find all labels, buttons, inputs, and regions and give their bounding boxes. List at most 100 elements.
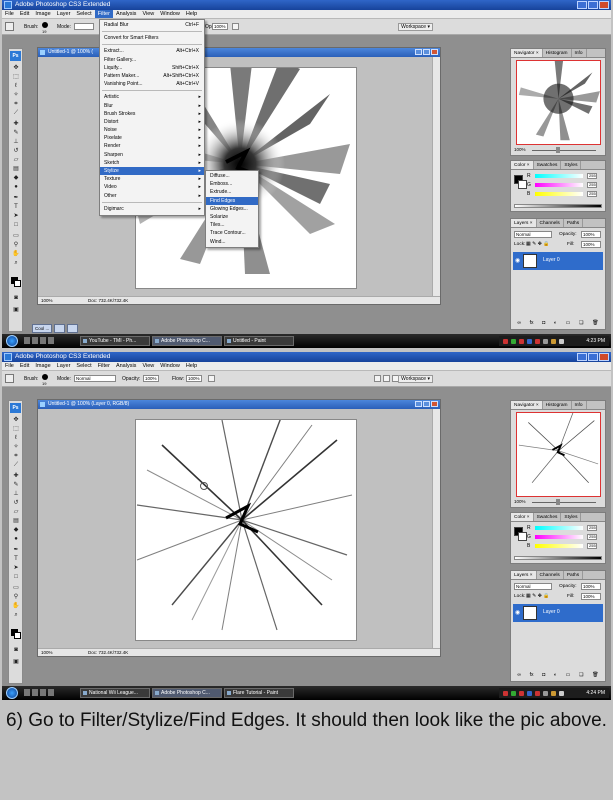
flow-field[interactable]: 100% bbox=[186, 375, 202, 382]
type-tool-icon[interactable]: T bbox=[11, 204, 21, 211]
menu-item-radial-blur[interactable]: Radial Blur Ctrl+F bbox=[100, 21, 204, 29]
tab-paths[interactable]: Paths bbox=[564, 219, 584, 227]
menu-window[interactable]: Window bbox=[157, 362, 183, 370]
navigator-thumbnail[interactable] bbox=[516, 410, 601, 497]
tab-layers[interactable]: Layers × bbox=[511, 219, 537, 227]
red-value[interactable]: 255 bbox=[587, 525, 597, 531]
menu-item-video[interactable]: Video ▸ bbox=[100, 183, 204, 191]
fx-icon[interactable]: fx bbox=[530, 672, 534, 679]
blend-mode-select[interactable]: Normal bbox=[514, 231, 552, 238]
eyedropper-tool-icon[interactable]: ⚲ bbox=[11, 242, 21, 249]
minimize-button[interactable] bbox=[577, 353, 587, 361]
start-button[interactable] bbox=[6, 335, 18, 347]
volume-icon[interactable] bbox=[559, 339, 564, 344]
tab-swatches[interactable]: Swatches bbox=[534, 161, 562, 169]
menu-item-pixelate[interactable]: Pixelate ▸ bbox=[100, 134, 204, 142]
tab-navigator[interactable]: Navigator × bbox=[511, 401, 543, 409]
layer-fill-field[interactable]: 100% bbox=[581, 593, 601, 600]
menu-view[interactable]: View bbox=[139, 10, 157, 18]
path-selection-tool-icon[interactable]: ➤ bbox=[11, 565, 21, 572]
menu-item-noise[interactable]: Noise ▸ bbox=[100, 126, 204, 134]
history-brush-tool-icon[interactable]: ↺ bbox=[11, 148, 21, 155]
doc-close-button[interactable] bbox=[431, 49, 438, 55]
eyedropper-tool-icon[interactable]: ⚲ bbox=[11, 594, 21, 601]
tray-icon[interactable] bbox=[503, 691, 508, 696]
quicklaunch-icon[interactable] bbox=[24, 689, 30, 696]
taskbar-button-browser[interactable]: National Wii League... bbox=[80, 688, 150, 698]
brush-preset-picker[interactable] bbox=[42, 374, 48, 380]
menu-item-extract[interactable]: Extract... Alt+Ctrl+X bbox=[100, 47, 204, 55]
doc-minimize-button[interactable] bbox=[415, 49, 422, 55]
fx-icon[interactable]: fx bbox=[530, 320, 534, 327]
maximize-button[interactable] bbox=[588, 1, 598, 9]
new-layer-icon[interactable]: ❏ bbox=[579, 320, 583, 327]
healing-tool-icon[interactable]: ✚ bbox=[11, 473, 21, 480]
background-swatch[interactable] bbox=[518, 532, 527, 541]
image-canvas[interactable] bbox=[135, 414, 357, 641]
quicklaunch-icon[interactable] bbox=[24, 337, 30, 344]
menu-item-sketch[interactable]: Sketch ▸ bbox=[100, 159, 204, 167]
slice-tool-icon[interactable]: ⟋ bbox=[11, 462, 21, 469]
gradient-tool-icon[interactable]: ▤ bbox=[11, 166, 21, 173]
menu-layer[interactable]: Layer bbox=[54, 362, 74, 370]
start-button[interactable] bbox=[6, 687, 18, 699]
tray-icon[interactable] bbox=[551, 691, 556, 696]
menu-image[interactable]: Image bbox=[32, 362, 53, 370]
doc-maximize-button[interactable] bbox=[423, 49, 430, 55]
menu-item-extrude[interactable]: Extrude... bbox=[206, 188, 258, 196]
airbrush-toggle[interactable] bbox=[208, 375, 215, 382]
opacity-field[interactable]: 100% bbox=[212, 23, 228, 30]
tab-color[interactable]: Color × bbox=[511, 161, 534, 169]
maximize-button[interactable] bbox=[588, 353, 598, 361]
quicklaunch-icon[interactable] bbox=[48, 689, 54, 696]
lock-icons[interactable]: ▦ ✎ ✥ 🔒 bbox=[526, 593, 550, 599]
crop-tool-icon[interactable]: ⌗ bbox=[11, 101, 21, 108]
quicklaunch-icon[interactable] bbox=[48, 337, 54, 344]
green-value[interactable]: 255 bbox=[587, 182, 597, 188]
menu-filter[interactable]: Filter bbox=[94, 10, 113, 18]
tab-info[interactable]: Info bbox=[572, 49, 587, 57]
tab-swatches[interactable]: Swatches bbox=[534, 513, 562, 521]
slice-tool-icon[interactable]: ⟋ bbox=[11, 110, 21, 117]
lasso-tool-icon[interactable]: ℓ bbox=[11, 83, 21, 90]
pen-tool-icon[interactable]: ✒ bbox=[11, 547, 21, 554]
dodge-tool-icon[interactable]: ● bbox=[11, 184, 21, 191]
new-layer-icon[interactable]: ❏ bbox=[579, 672, 583, 679]
mask-icon[interactable]: ◘ bbox=[542, 672, 545, 679]
menu-item-filter-gallery[interactable]: Filter Gallery... bbox=[100, 56, 204, 64]
zoom-level[interactable]: 100% bbox=[41, 297, 53, 304]
zoom-level[interactable]: 100% bbox=[41, 649, 53, 656]
blur-tool-icon[interactable]: ◆ bbox=[11, 527, 21, 534]
zoom-slider-track[interactable] bbox=[532, 150, 596, 151]
marquee-tool-icon[interactable]: ⬚ bbox=[11, 74, 21, 81]
menu-window[interactable]: Window bbox=[157, 10, 183, 18]
menu-item-diffuse[interactable]: Diffuse... bbox=[206, 172, 258, 180]
tab-styles[interactable]: Styles bbox=[561, 161, 582, 169]
zoom-tool-icon[interactable]: ⌕ bbox=[11, 612, 21, 619]
panel-toggle[interactable] bbox=[374, 375, 381, 382]
eye-icon[interactable]: ◉ bbox=[515, 257, 520, 264]
vertical-scrollbar[interactable] bbox=[432, 409, 440, 648]
type-tool-icon[interactable]: T bbox=[11, 556, 21, 563]
clock[interactable]: 4:23 PM bbox=[586, 336, 605, 346]
menu-item-artistic[interactable]: Artistic ▸ bbox=[100, 93, 204, 101]
notes-tool-icon[interactable]: ▭ bbox=[11, 585, 21, 592]
tray-icon[interactable] bbox=[527, 691, 532, 696]
tray-icon[interactable] bbox=[543, 339, 548, 344]
eye-icon[interactable]: ◉ bbox=[515, 609, 520, 616]
menu-view[interactable]: View bbox=[139, 362, 157, 370]
workspace-menu[interactable]: Workspace ▾ bbox=[398, 375, 433, 383]
lasso-tool-icon[interactable]: ℓ bbox=[11, 435, 21, 442]
eraser-tool-icon[interactable]: ▱ bbox=[11, 157, 21, 164]
green-value[interactable]: 255 bbox=[587, 534, 597, 540]
menu-item-find-edges[interactable]: Find Edges bbox=[206, 196, 258, 205]
doc-close-button[interactable] bbox=[431, 401, 438, 407]
quicklaunch-icon[interactable] bbox=[32, 337, 38, 344]
menu-item-trace-contour[interactable]: Trace Contour... bbox=[206, 229, 258, 237]
green-slider[interactable] bbox=[535, 535, 583, 539]
tab-layers[interactable]: Layers × bbox=[511, 571, 537, 579]
folder-icon[interactable]: ▭ bbox=[566, 672, 571, 679]
close-button[interactable] bbox=[599, 1, 609, 9]
taskbar-button-photoshop[interactable]: Adobe Photoshop C... bbox=[152, 688, 222, 698]
hand-tool-icon[interactable]: ✋ bbox=[11, 603, 21, 610]
